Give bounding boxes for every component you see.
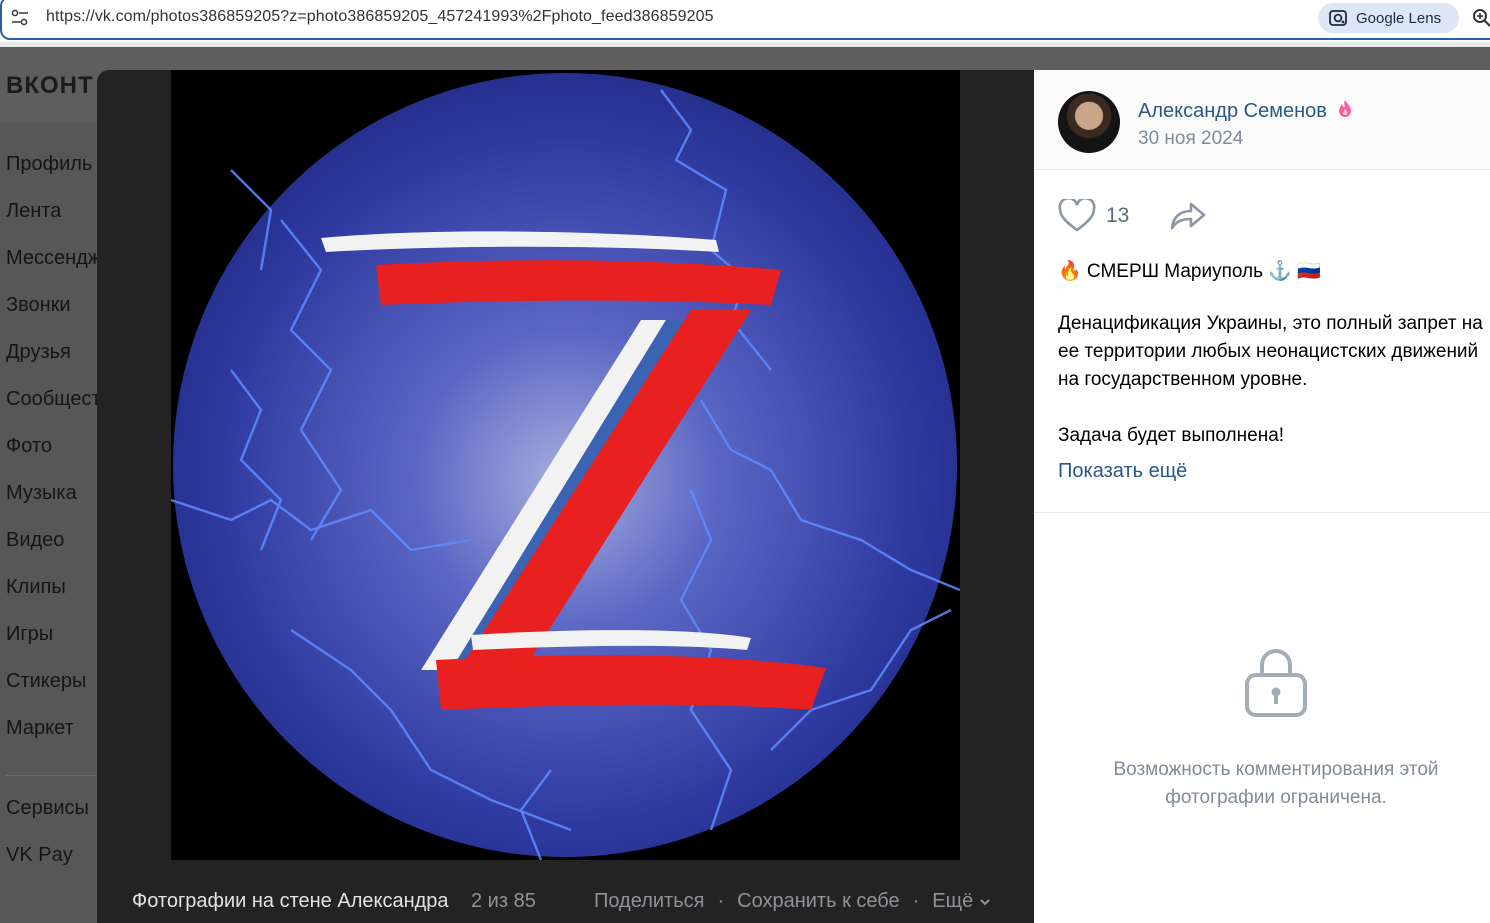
post-actions: 13 [1058, 198, 1207, 234]
nav-divider [6, 775, 101, 776]
save-link[interactable]: Сохранить к себе [737, 890, 900, 913]
nav-item-vkpay[interactable]: VK Pay [6, 841, 101, 888]
lock-icon [1245, 649, 1307, 717]
z-emblem-image [170, 73, 961, 861]
photo[interactable] [170, 70, 961, 861]
nav-item-market[interactable]: Маркет [6, 714, 101, 761]
viewer-actions: Поделиться · Сохранить к себе · Ещё [594, 890, 991, 913]
more-link[interactable]: Ещё [932, 890, 990, 913]
vk-left-nav: Профиль Лента Мессендж Звонки Друзья Соо… [6, 150, 101, 888]
zoom-icon[interactable] [1470, 6, 1490, 30]
viewer-bottom-bar: Фотографии на стене Александра 2 из 85 П… [97, 875, 1034, 923]
google-lens-label: Google Lens [1356, 9, 1442, 27]
share-arrow-icon[interactable] [1169, 201, 1207, 231]
nav-item-video[interactable]: Видео [6, 526, 101, 573]
nav-item-calls[interactable]: Звонки [6, 291, 101, 338]
nav-item-music[interactable]: Музыка [6, 479, 101, 526]
panel-divider [1034, 512, 1490, 513]
author-block: Александр Семенов 30 ноя 2024 [1034, 70, 1490, 170]
photo-info-panel: Александр Семенов 30 ноя 2024 13 🔥 СМЕРШ… [1034, 70, 1490, 923]
post-title: 🔥 СМЕРШ Мариуполь ⚓ 🇷🇺 [1058, 261, 1321, 282]
share-link[interactable]: Поделиться [594, 890, 704, 913]
nav-item-games[interactable]: Игры [6, 620, 101, 667]
post-body: 🔥 СМЕРШ Мариуполь ⚓ 🇷🇺 Денацификация Укр… [1058, 258, 1490, 450]
nav-item-feed[interactable]: Лента [6, 197, 101, 244]
chevron-down-icon [980, 899, 990, 906]
url-text[interactable]: https://vk.com/photos386859205?z=photo38… [46, 8, 714, 26]
nav-item-friends[interactable]: Друзья [6, 338, 101, 385]
nav-item-photos[interactable]: Фото [6, 432, 101, 479]
separator: · [717, 890, 725, 912]
google-lens-icon [1329, 10, 1347, 26]
post-date[interactable]: 30 ноя 2024 [1138, 128, 1243, 150]
avatar[interactable] [1058, 91, 1120, 153]
nav-item-messenger[interactable]: Мессендж [6, 244, 101, 291]
photo-counter: 2 из 85 [471, 890, 536, 912]
more-label: Ещё [932, 890, 974, 912]
browser-address-bar: https://vk.com/photos386859205?z=photo38… [0, 0, 1490, 42]
author-name[interactable]: Александр Семенов [1138, 98, 1356, 123]
vk-logo[interactable]: ВКОНТ [6, 72, 94, 100]
show-more-link[interactable]: Показать ещё [1058, 460, 1187, 483]
photo-viewer: Фотографии на стене Александра 2 из 85 П… [97, 70, 1490, 923]
nav-item-communities[interactable]: Сообщест [6, 385, 101, 432]
fire-icon [1339, 100, 1352, 117]
album-title[interactable]: Фотографии на стене Александра [132, 890, 449, 913]
like-count: 13 [1106, 204, 1130, 227]
post-text: Денацификация Украины, это полный запрет… [1058, 313, 1483, 446]
nav-item-stickers[interactable]: Стикеры [6, 667, 101, 714]
nav-item-services[interactable]: Сервисы [6, 794, 101, 841]
tune-icon[interactable] [10, 9, 30, 27]
comments-restricted-text: Возможность комментирования этой фотогра… [1113, 759, 1439, 808]
heart-icon[interactable] [1058, 199, 1096, 233]
google-lens-button[interactable]: Google Lens [1318, 3, 1459, 33]
author-name-text: Александр Семенов [1138, 100, 1327, 122]
separator: · [912, 890, 920, 912]
nav-item-clips[interactable]: Клипы [6, 573, 101, 620]
nav-item-profile[interactable]: Профиль [6, 150, 101, 197]
